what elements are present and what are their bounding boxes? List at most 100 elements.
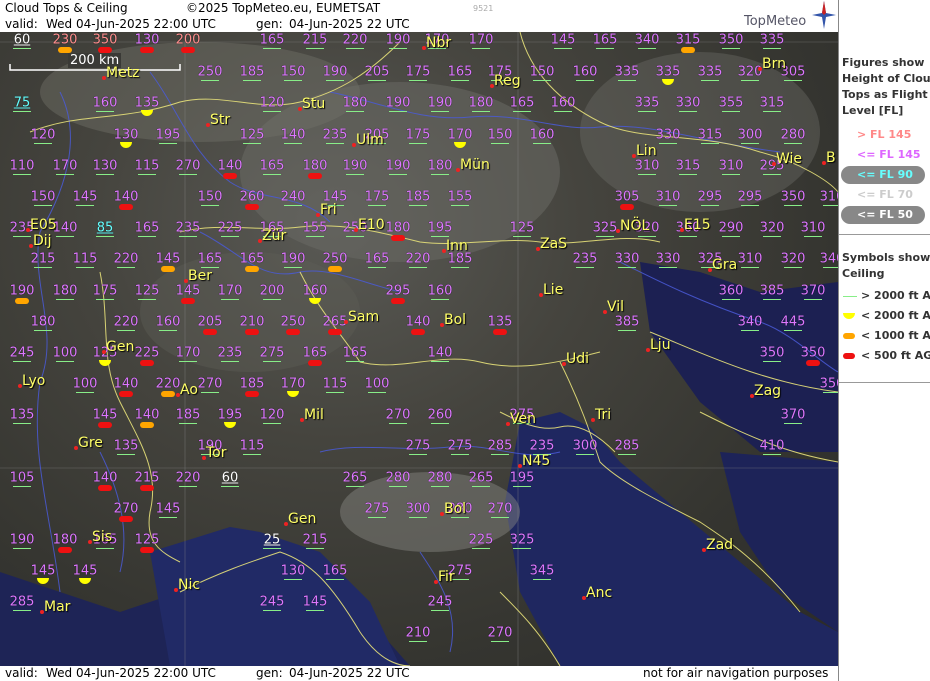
ceiling-line-symbol bbox=[284, 143, 302, 144]
city-label: Lyo bbox=[22, 373, 46, 389]
ceiling-line-symbol bbox=[409, 80, 427, 81]
cloud-top-value: 350 bbox=[819, 376, 838, 392]
ceiling-red-pill-symbol bbox=[140, 485, 154, 491]
ceiling-line-symbol bbox=[823, 392, 838, 393]
ceiling-line-symbol bbox=[741, 80, 759, 81]
cloud-top-value: 275 bbox=[259, 345, 285, 361]
cloud-top-value: 225 bbox=[468, 532, 494, 548]
ceiling-red-pill-symbol bbox=[98, 485, 112, 491]
ceiling-line-symbol bbox=[179, 236, 197, 237]
ceiling-line-symbol bbox=[722, 236, 740, 237]
satellite-map[interactable]: 200 km 60 230 350 130 200 165 215 220 190 170 170 1… bbox=[0, 32, 838, 666]
city-label: Brn bbox=[762, 56, 786, 72]
ceiling-line-symbol bbox=[138, 236, 156, 237]
cloud-top-value: 235 bbox=[572, 251, 598, 267]
ceiling-line-symbol bbox=[618, 267, 636, 268]
cloud-top-value: 180 bbox=[385, 220, 411, 236]
ceiling-line-symbol bbox=[76, 267, 94, 268]
ceiling-line-symbol bbox=[326, 80, 344, 81]
cloud-top-value: 295 bbox=[737, 189, 763, 205]
ceiling-legend-item: > 2000 ft AGL bbox=[839, 289, 930, 307]
tops-legend-text: <= FL 145 bbox=[857, 148, 921, 161]
city-label: Bol bbox=[444, 501, 467, 517]
legend-divider bbox=[839, 382, 930, 383]
cloud-top-value: 170 bbox=[280, 376, 306, 392]
ceiling-line-symbol bbox=[56, 361, 74, 362]
ceiling-line-symbol bbox=[638, 236, 656, 237]
cloud-top-value: 275 bbox=[447, 438, 473, 454]
ceiling-line-symbol bbox=[96, 236, 114, 237]
city-label: Nbr bbox=[426, 35, 452, 51]
cloud-top-value: 125 bbox=[134, 532, 160, 548]
cloud-top-value: 150 bbox=[30, 189, 56, 205]
ceiling-orange-pill-symbol bbox=[58, 47, 72, 53]
ceiling-line-symbol bbox=[763, 48, 781, 49]
cloud-top-value: 175 bbox=[405, 127, 431, 143]
cloud-top-value: 120 bbox=[259, 95, 285, 111]
ceiling-line-symbol bbox=[389, 111, 407, 112]
city-label: Ber bbox=[188, 268, 212, 284]
ceiling-red-pill-symbol bbox=[98, 422, 112, 428]
ceiling-red-pill-symbol bbox=[140, 47, 154, 53]
ceiling-line-symbol bbox=[472, 111, 490, 112]
cloud-top-value: 165 bbox=[259, 158, 285, 174]
ceiling-line-symbol bbox=[159, 143, 177, 144]
cloud-top-value: 175 bbox=[92, 283, 118, 299]
ceiling-line-symbol bbox=[701, 80, 719, 81]
cloud-top-value: 160 bbox=[529, 127, 555, 143]
ceiling-red-pill-symbol bbox=[181, 47, 195, 53]
cloud-top-value: 165 bbox=[239, 251, 265, 267]
cloud-top-value: 235 bbox=[529, 438, 555, 454]
cloud-top-value: 210 bbox=[239, 314, 265, 330]
cloud-top-value: 310 bbox=[634, 158, 660, 174]
ceiling-line-symbol bbox=[763, 299, 781, 300]
cloud-top-value: 290 bbox=[718, 220, 744, 236]
legend-title-line: Height of Cloud bbox=[842, 72, 930, 85]
ceiling-line-symbol bbox=[201, 80, 219, 81]
legend-divider bbox=[839, 234, 930, 235]
compass-star-icon bbox=[812, 1, 836, 29]
ceiling-line-symbol bbox=[513, 548, 531, 549]
cloud-top-value: 140 bbox=[280, 127, 306, 143]
cloud-top-value: 185 bbox=[239, 376, 265, 392]
ceiling-line-symbol bbox=[741, 205, 759, 206]
ceiling-orange-pill-symbol bbox=[161, 266, 175, 272]
city-label: Vil bbox=[607, 299, 625, 315]
cloud-top-value: 145 bbox=[302, 594, 328, 610]
ceiling-line-symbol bbox=[679, 174, 697, 175]
ceiling-line-symbol bbox=[491, 517, 509, 518]
ceiling-line-symbol bbox=[179, 361, 197, 362]
ceiling-line-symbol bbox=[179, 486, 197, 487]
cloud-top-value: 285 bbox=[9, 594, 35, 610]
ceiling-line-symbol bbox=[431, 236, 449, 237]
legend-title-line: Symbols show bbox=[842, 251, 930, 264]
ceiling-line-symbol bbox=[409, 205, 427, 206]
ceiling-line-symbol bbox=[263, 610, 281, 611]
ceiling-line-symbol bbox=[221, 486, 239, 487]
ceiling-line-symbol bbox=[346, 111, 364, 112]
cloud-top-value: 220 bbox=[113, 314, 139, 330]
cloud-top-value: 245 bbox=[9, 345, 35, 361]
ceiling-line-symbol bbox=[243, 80, 261, 81]
city-label: Wie bbox=[776, 151, 803, 167]
cloud-top-value: 165 bbox=[447, 64, 473, 80]
cloud-top-value: 310 bbox=[800, 220, 826, 236]
ceiling-line-symbol bbox=[201, 392, 219, 393]
cloud-top-value: 360 bbox=[718, 283, 744, 299]
ceiling-legend-text: < 500 ft AGL bbox=[861, 349, 930, 362]
cloud-top-value: 115 bbox=[72, 251, 98, 267]
legend-title-line: Ceiling bbox=[842, 267, 885, 280]
cloud-top-value: 195 bbox=[509, 470, 535, 486]
cloud-top-value: 310 bbox=[737, 251, 763, 267]
cloud-top-value: 320 bbox=[759, 220, 785, 236]
city-label: Bol bbox=[444, 312, 467, 328]
footer-gen-time: 04-Jun-2025 22 UTC bbox=[289, 666, 410, 680]
cloud-top-value: 60 bbox=[13, 32, 31, 48]
ceiling-line-symbol bbox=[138, 299, 156, 300]
cloud-top-value: 175 bbox=[405, 64, 431, 80]
cloud-top-value: 220 bbox=[342, 32, 368, 48]
cloud-top-value: 280 bbox=[427, 470, 453, 486]
cloud-top-value: 160 bbox=[550, 95, 576, 111]
ceiling-line-symbol bbox=[13, 48, 31, 49]
ceiling-line-symbol bbox=[326, 579, 344, 580]
